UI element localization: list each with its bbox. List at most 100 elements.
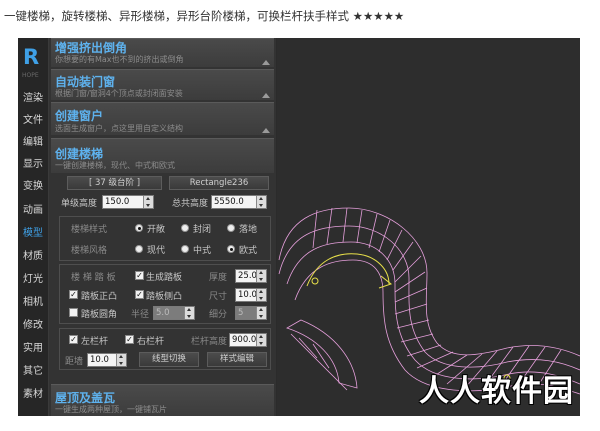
tread-section-label: 楼 梯 踏 板 [71, 273, 116, 283]
logo: R [23, 45, 40, 69]
thickness-label: 厚度 [209, 273, 228, 283]
left-rail-checkbox[interactable]: ✓ [69, 335, 78, 344]
watermark-text: 人人软件园 [419, 374, 574, 409]
total-height-value: 5550.0 [214, 197, 244, 207]
radio-floor[interactable] [227, 224, 235, 232]
spinner-arrows-icon[interactable] [256, 307, 266, 319]
section-subtitle: 选面生成窗户，点这里用自定义结构 [55, 124, 183, 133]
caption-text: 一键楼梯，旋转楼梯、异形楼梯，异形台阶楼梯，可换栏杆扶手样式 ★★★★★ [4, 9, 405, 23]
line-switch-button[interactable]: 线型切换 [139, 352, 199, 367]
nav-item-display[interactable]: 显示 [18, 156, 48, 174]
radius-value: 5.0 [156, 308, 170, 318]
radius-stepper[interactable]: 5.0 [153, 306, 195, 320]
gen-tread-label: 生成踏板 [146, 273, 183, 283]
radio-european[interactable] [227, 245, 235, 253]
size-stepper[interactable]: 10.0 [235, 288, 267, 302]
step-height-stepper[interactable]: 150.0 [102, 195, 154, 209]
radio-european-label: 欧式 [239, 246, 258, 256]
gen-tread-checkbox[interactable]: ✓ [135, 271, 144, 280]
expand-arrow-icon [262, 128, 270, 133]
nav-item-other[interactable]: 其它 [18, 363, 48, 381]
tool-panel: 增强挤出倒角 你想要的有Max也不到的挤出或倒角 自动装门窗 根据门窗/窗洞4个… [49, 38, 276, 416]
section-create-stairs[interactable]: 创建楼梯 一键创建楼梯，现代、中式和欧式 [51, 138, 274, 173]
stair-design-label: 楼梯风格 [71, 246, 108, 256]
section-create-window[interactable]: 创建窗户 选面生成窗户，点这里用自定义结构 [51, 102, 274, 135]
section-auto-doors[interactable]: 自动装门窗 根据门窗/窗洞4个顶点或封闭面安装 [51, 69, 274, 100]
section-subtitle: 一键生成两种屋顶，一键铺瓦片 [55, 405, 167, 414]
rail-height-stepper[interactable]: 900.0 [229, 333, 267, 347]
radio-closed-label: 封闭 [193, 225, 212, 235]
segments-stepper[interactable]: 5 [235, 306, 267, 320]
section-title: 创建窗户 [55, 109, 104, 123]
nav-item-utility[interactable]: 实用 [18, 340, 48, 358]
nav-item-camera[interactable]: 相机 [18, 294, 48, 312]
size-label: 尺寸 [209, 292, 228, 302]
pitch-stepper[interactable]: 10.0 [87, 353, 127, 367]
segments-value: 5 [238, 308, 244, 318]
spinner-arrows-icon[interactable] [143, 196, 153, 208]
radio-chinese-label: 中式 [193, 246, 212, 256]
thickness-value: 25.0 [238, 271, 257, 281]
radio-modern[interactable] [135, 245, 143, 253]
nav-item-material[interactable]: 材质 [18, 248, 48, 266]
segments-label: 细分 [209, 310, 228, 320]
nav-item-file[interactable]: 文件 [18, 112, 48, 130]
stair-wireframe [278, 207, 580, 395]
spinner-arrows-icon[interactable] [256, 334, 266, 346]
spinner-arrows-icon[interactable] [256, 196, 266, 208]
thickness-stepper[interactable]: 25.0 [235, 269, 267, 283]
spinner-arrows-icon[interactable] [256, 289, 266, 301]
app-window: R HOPE 渲染 文件 编辑 显示 变换 动画 模型 材质 灯光 相机 修改 … [18, 38, 580, 416]
radio-open-label: 开敞 [147, 225, 166, 235]
section-roof[interactable]: 屋顶及盖瓦 一键生成两种屋顶，一键铺瓦片 [51, 384, 274, 416]
rail-height-label: 栏杆高度 [191, 337, 228, 347]
expand-arrow-icon [262, 93, 270, 98]
radio-modern-label: 现代 [147, 246, 166, 256]
tread-side-checkbox[interactable]: ✓ [135, 290, 144, 299]
left-nav: R HOPE 渲染 文件 编辑 显示 变换 动画 模型 材质 灯光 相机 修改 … [18, 38, 49, 416]
rail-height-value: 900.0 [232, 335, 257, 345]
nav-item-model[interactable]: 模型 [18, 225, 48, 243]
left-rail-label: 左栏杆 [81, 337, 109, 347]
stair-style-label: 楼梯样式 [71, 225, 108, 235]
nav-item-light[interactable]: 灯光 [18, 271, 48, 289]
nav-item-transform[interactable]: 变换 [18, 178, 48, 196]
step-height-value: 150.0 [105, 197, 130, 207]
steps-count-button[interactable]: [ 37 级台阶 ] [67, 176, 162, 190]
tread-convex-checkbox[interactable]: ✓ [69, 290, 78, 299]
tread-side-label: 踏板侧凸 [146, 292, 183, 302]
right-rail-label: 右栏杆 [137, 337, 165, 347]
tread-round-label: 踏板圆角 [81, 310, 118, 320]
version-label: HOPE [22, 72, 39, 79]
viewport[interactable]: 人人软件园 [277, 38, 580, 416]
nav-item-assets[interactable]: 素材 [18, 386, 48, 404]
tread-round-checkbox[interactable] [69, 308, 78, 317]
pitch-value: 10.0 [90, 355, 109, 365]
radio-closed[interactable] [181, 224, 189, 232]
nav-item-modify[interactable]: 修改 [18, 317, 48, 335]
nav-item-animation[interactable]: 动画 [18, 202, 48, 220]
tread-convex-label: 踏板正凸 [81, 292, 118, 302]
section-subtitle: 根据门窗/窗洞4个顶点或封闭面安装 [55, 89, 183, 98]
radio-open[interactable] [135, 224, 143, 232]
spinner-arrows-icon[interactable] [256, 270, 266, 282]
pitch-label: 距墙 [65, 357, 84, 367]
section-extrude[interactable]: 增强挤出倒角 你想要的有Max也不到的挤出或倒角 [51, 38, 274, 67]
right-rail-checkbox[interactable]: ✓ [125, 335, 134, 344]
spinner-arrows-icon[interactable] [116, 354, 126, 366]
section-subtitle: 一键创建楼梯，现代、中式和欧式 [55, 161, 175, 170]
style-edit-button[interactable]: 样式编辑 [207, 352, 267, 367]
total-height-stepper[interactable]: 5550.0 [211, 195, 267, 209]
expand-arrow-icon [262, 60, 270, 65]
nav-item-render[interactable]: 渲染 [18, 90, 48, 108]
spinner-arrows-icon[interactable] [184, 307, 194, 319]
nav-item-edit[interactable]: 编辑 [18, 134, 48, 152]
shape-pick-button[interactable]: Rectangle236 [169, 176, 269, 190]
radius-label: 半径 [131, 310, 150, 320]
total-height-label: 总共高度 [172, 199, 209, 209]
section-subtitle: 你想要的有Max也不到的挤出或倒角 [55, 55, 184, 64]
size-value: 10.0 [238, 290, 257, 300]
radio-chinese[interactable] [181, 245, 189, 253]
path-vertex-icon[interactable] [311, 277, 319, 285]
radio-floor-label: 落地 [239, 225, 258, 235]
